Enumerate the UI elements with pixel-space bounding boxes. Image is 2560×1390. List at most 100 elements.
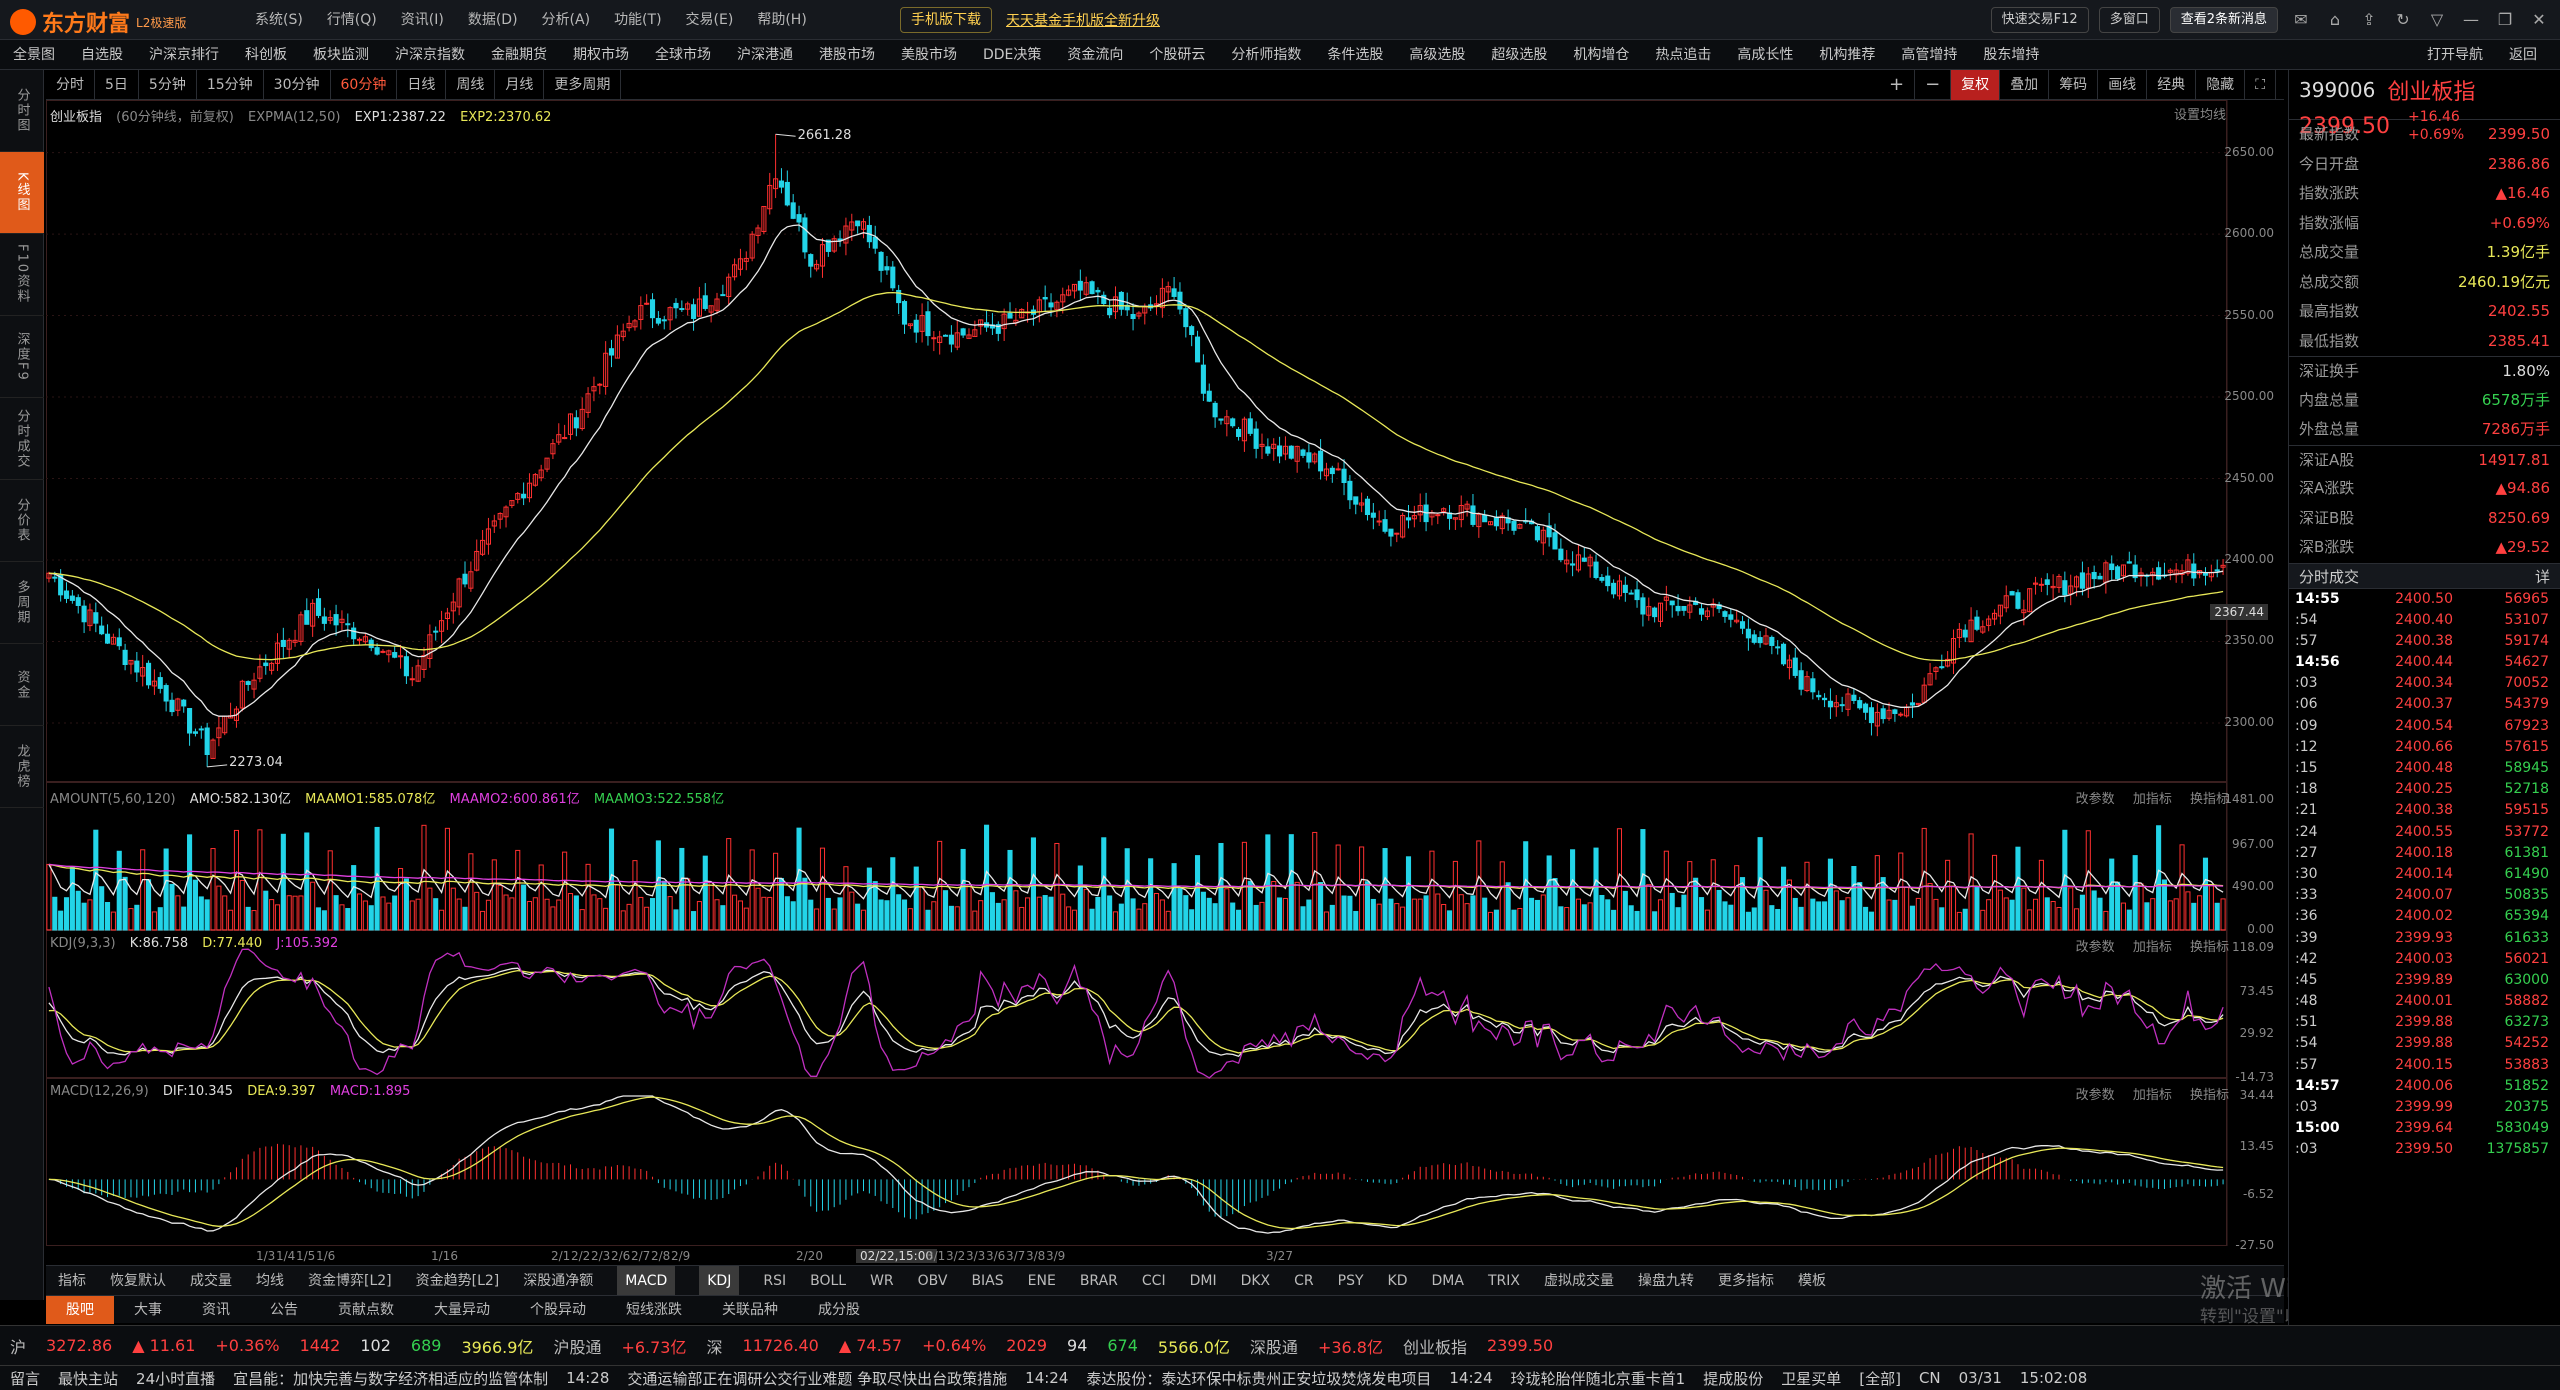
nav-item[interactable]: 高管增持 — [1901, 40, 1957, 70]
classic-button[interactable]: 经典 — [2147, 70, 2197, 100]
zoom-in-icon[interactable]: + — [1879, 70, 1916, 100]
bottom-tab[interactable]: 公告 — [250, 1296, 318, 1324]
period-tab[interactable]: 15分钟 — [197, 69, 264, 100]
share-icon[interactable]: ⇪ — [2358, 9, 2380, 31]
news-item[interactable]: 14:28 — [566, 1369, 609, 1387]
ticks-detail-button[interactable]: 详 — [2535, 564, 2550, 588]
menu-help[interactable]: 帮助(H) — [757, 0, 806, 40]
period-tab[interactable]: 周线 — [446, 69, 496, 100]
indicator-tab[interactable]: CCI — [1142, 1266, 1166, 1296]
indicator-tab[interactable]: 资金博弈[L2] — [308, 1266, 392, 1296]
quick-trade-button[interactable]: 快速交易F12 — [1990, 7, 2089, 33]
menu-functions[interactable]: 功能(T) — [614, 0, 661, 40]
indicator-tab[interactable]: DMI — [1190, 1266, 1217, 1296]
nav-item[interactable]: 资金流向 — [1067, 40, 1123, 70]
nav-item[interactable]: 沪深京排行 — [149, 40, 219, 70]
indicator-tab[interactable]: MACD — [617, 1265, 676, 1296]
news-item[interactable]: 泰达股份：泰达环保中标贵州正安垃圾焚烧发电项目 — [1086, 1368, 1431, 1389]
add-indicator-button[interactable]: 加指标 — [2133, 1088, 2172, 1103]
bottom-tab[interactable]: 资讯 — [182, 1296, 250, 1324]
left-tab[interactable]: 深度F9 — [0, 316, 44, 398]
news-item[interactable]: 卫星买单 — [1781, 1368, 1841, 1389]
nav-item[interactable]: 机构增仓 — [1573, 40, 1629, 70]
indicator-tab[interactable]: ENE — [1028, 1266, 1056, 1296]
minimize-icon[interactable]: — — [2460, 9, 2482, 31]
mail-icon[interactable]: ✉ — [2290, 9, 2312, 31]
bottom-tab[interactable]: 个股异动 — [510, 1296, 606, 1324]
nav-item[interactable]: 美股市场 — [901, 40, 957, 70]
macd-indicator-name[interactable]: MACD(12,26,9) — [50, 1084, 149, 1099]
restore-icon[interactable]: ❐ — [2494, 9, 2516, 31]
bottom-tab[interactable]: 关联品种 — [702, 1296, 798, 1324]
period-tab[interactable]: 分时 — [46, 69, 95, 100]
period-tab[interactable]: 60分钟 — [331, 69, 398, 100]
nav-item[interactable]: 全景图 — [13, 40, 55, 70]
nav-item[interactable]: 板块监测 — [313, 40, 369, 70]
promo-link[interactable]: 天天基金手机版全新升级 — [1006, 10, 1160, 30]
close-icon[interactable]: ✕ — [2528, 9, 2550, 31]
kline-chart-area[interactable]: 创业板指 (60分钟线，前复权) EXPMA(12,50) EXP1:2387.… — [46, 100, 2284, 1265]
bottom-tab[interactable]: 贡献点数 — [318, 1296, 414, 1324]
indicator-tab[interactable]: PSY — [1338, 1266, 1364, 1296]
kdj-indicator-name[interactable]: KDJ(9,3,3) — [50, 936, 116, 951]
left-tab[interactable]: 分价表 — [0, 480, 44, 562]
indicator-tab[interactable]: RSI — [763, 1266, 786, 1296]
mobile-download-button[interactable]: 手机版下载 — [900, 7, 992, 33]
indicator-tab[interactable]: DKX — [1241, 1266, 1271, 1296]
chart-svg[interactable] — [46, 100, 2284, 1247]
menu-trade[interactable]: 交易(E) — [686, 0, 734, 40]
expma-label[interactable]: EXPMA(12,50) — [248, 110, 340, 125]
period-tab[interactable]: 月线 — [495, 69, 545, 100]
bottom-tab[interactable]: 成分股 — [798, 1296, 880, 1324]
indicator-tab[interactable]: 成交量 — [190, 1266, 232, 1296]
news-item[interactable]: [全部] — [1859, 1368, 1901, 1389]
nav-item[interactable]: 机构推荐 — [1819, 40, 1875, 70]
news-item[interactable]: 最快主站 — [58, 1368, 118, 1389]
zoom-out-icon[interactable]: − — [1915, 70, 1952, 100]
indicator-tab[interactable]: 深股通净额 — [523, 1266, 593, 1296]
nav-item[interactable]: 个股研云 — [1149, 40, 1205, 70]
nav-item[interactable]: 分析师指数 — [1231, 40, 1301, 70]
edit-params-button[interactable]: 改参数 — [2076, 940, 2115, 955]
news-item[interactable]: 提成股份 — [1703, 1368, 1763, 1389]
left-tab[interactable]: 多周期 — [0, 562, 44, 644]
left-tab[interactable]: K线图 — [0, 152, 44, 234]
left-tab[interactable]: F10资料 — [0, 234, 44, 316]
indicator-tab[interactable]: 恢复默认 — [110, 1266, 166, 1296]
nav-item[interactable]: 金融期货 — [491, 40, 547, 70]
draw-line-button[interactable]: 画线 — [2098, 70, 2148, 100]
menu-system[interactable]: 系统(S) — [255, 0, 303, 40]
menu-quotes[interactable]: 行情(Q) — [327, 0, 377, 40]
indicator-tab[interactable]: DMA — [1432, 1266, 1464, 1296]
news-item[interactable]: 宜昌能：加快完善与数字经济相适应的监管体制 — [233, 1368, 548, 1389]
news-item[interactable]: 14:24 — [1025, 1369, 1068, 1387]
indicator-tab[interactable]: BOLL — [810, 1266, 846, 1296]
period-tab[interactable]: 日线 — [397, 69, 447, 100]
indicator-tab[interactable]: 指标 — [58, 1266, 86, 1296]
edit-params-button[interactable]: 改参数 — [2076, 1088, 2115, 1103]
nav-item[interactable]: 期权市场 — [573, 40, 629, 70]
bottom-tab[interactable]: 短线涨跌 — [606, 1296, 702, 1324]
news-item[interactable]: 14:24 — [1449, 1369, 1492, 1387]
news-item[interactable]: CN — [1919, 1369, 1941, 1387]
hide-button[interactable]: 隐藏 — [2196, 70, 2246, 100]
nav-item[interactable]: 全球市场 — [655, 40, 711, 70]
news-item[interactable]: 03/31 — [1959, 1369, 2002, 1387]
skin-icon[interactable]: ▽ — [2426, 9, 2448, 31]
nav-item[interactable]: 高成长性 — [1737, 40, 1793, 70]
nav-item[interactable]: 沪深京指数 — [395, 40, 465, 70]
back-button[interactable]: 返回 — [2509, 40, 2537, 70]
indicator-tab[interactable]: KDJ — [699, 1265, 740, 1296]
nav-item[interactable]: 港股市场 — [819, 40, 875, 70]
period-tab[interactable]: 5日 — [95, 69, 139, 100]
bottom-tab[interactable]: 大量异动 — [414, 1296, 510, 1324]
indicator-tab[interactable]: 模板 — [1798, 1266, 1826, 1296]
indicator-tab[interactable]: BIAS — [971, 1266, 1003, 1296]
indicator-tab[interactable]: CR — [1294, 1266, 1314, 1296]
ticks-list[interactable]: 14:55 2400.50 56965:54 2400.40 53107:57 2400.… — [2289, 589, 2560, 1161]
nav-item[interactable]: 热点追击 — [1655, 40, 1711, 70]
indicator-tab[interactable]: OBV — [918, 1266, 948, 1296]
nav-item[interactable]: DDE决策 — [983, 40, 1041, 70]
indicator-tab[interactable]: 均线 — [256, 1266, 284, 1296]
left-tab[interactable]: 资金 — [0, 644, 44, 726]
